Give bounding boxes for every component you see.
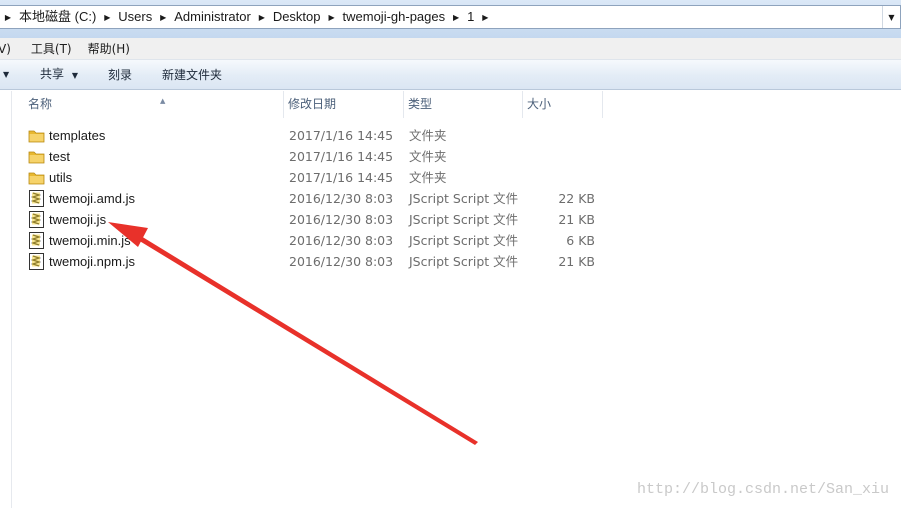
file-date: 2016/12/30 8:03	[289, 212, 394, 227]
column-size-label: 大小	[527, 97, 552, 111]
file-type: 文件夹	[409, 128, 447, 143]
menu-help[interactable]: 帮助(H)	[82, 39, 136, 59]
file-date: 2017/1/16 14:45	[289, 128, 394, 143]
breadcrumb-arrow-icon[interactable]: ▶	[0, 6, 16, 28]
file-type: JScript Script 文件	[409, 212, 519, 227]
sort-ascending-icon: ▲	[160, 97, 166, 105]
jscript-file-icon	[29, 232, 44, 249]
watermark-text: http://blog.csdn.net/San_xiu	[636, 481, 889, 498]
file-row[interactable]: templates 2017/1/16 14:45 文件夹	[12, 125, 612, 146]
navigation-pane-edge[interactable]	[0, 91, 12, 508]
share-label: 共享	[40, 66, 65, 81]
address-bar[interactable]: ▶ 本地磁盘 (C:) ▶ Users ▶ Administrator ▶ De…	[0, 5, 901, 29]
file-size: 22 KB	[558, 191, 595, 206]
column-header: 名称 ▲ 修改日期 类型 大小	[12, 91, 901, 118]
jscript-file-icon	[29, 253, 44, 270]
column-size[interactable]: 大小	[523, 91, 603, 118]
column-name-label: 名称	[28, 97, 53, 111]
column-type[interactable]: 类型	[404, 91, 523, 118]
breadcrumb-drive[interactable]: 本地磁盘 (C:)	[16, 6, 99, 28]
file-type: JScript Script 文件	[409, 191, 519, 206]
file-row[interactable]: twemoji.js 2016/12/30 8:03 JScript Scrip…	[12, 209, 612, 230]
breadcrumb-arrow-icon[interactable]: ▶	[254, 6, 270, 28]
jscript-file-icon	[29, 190, 44, 207]
menu-tools[interactable]: 工具(T)	[25, 39, 78, 59]
menu-view[interactable]: V)	[0, 39, 17, 59]
file-row[interactable]: twemoji.npm.js 2016/12/30 8:03 JScript S…	[12, 251, 612, 272]
file-name: test	[49, 149, 70, 164]
file-size: 6 KB	[566, 233, 595, 248]
file-row[interactable]: test 2017/1/16 14:45 文件夹	[12, 146, 612, 167]
breadcrumb-arrow-icon[interactable]: ▶	[448, 6, 464, 28]
menu-bar: V) 工具(T) 帮助(H)	[0, 38, 901, 60]
file-name: twemoji.npm.js	[49, 254, 135, 269]
share-button[interactable]: 共享 ▼	[40, 63, 78, 87]
file-size: 21 KB	[558, 212, 595, 227]
file-type: JScript Script 文件	[409, 254, 519, 269]
breadcrumb-twemoji-gh-pages[interactable]: twemoji-gh-pages	[340, 6, 449, 28]
file-date: 2016/12/30 8:03	[289, 191, 394, 206]
command-bar: ▼ 共享 ▼ 刻录 新建文件夹	[0, 60, 901, 90]
file-date: 2017/1/16 14:45	[289, 170, 394, 185]
jscript-file-icon	[29, 211, 44, 228]
breadcrumb-arrow-icon[interactable]: ▶	[477, 6, 493, 28]
file-size: 21 KB	[558, 254, 595, 269]
file-name: twemoji.amd.js	[49, 191, 135, 206]
column-date[interactable]: 修改日期	[284, 91, 404, 118]
column-name[interactable]: 名称 ▲	[24, 91, 284, 118]
file-type: JScript Script 文件	[409, 233, 519, 248]
column-type-label: 类型	[408, 97, 433, 111]
file-type: 文件夹	[409, 170, 447, 185]
breadcrumb-arrow-icon[interactable]: ▶	[155, 6, 171, 28]
file-row[interactable]: twemoji.min.js 2016/12/30 8:03 JScript S…	[12, 230, 612, 251]
folder-icon	[28, 172, 45, 185]
breadcrumb-administrator[interactable]: Administrator	[171, 6, 254, 28]
folder-icon	[28, 130, 45, 143]
breadcrumb-folder-1[interactable]: 1	[464, 6, 477, 28]
breadcrumb-users[interactable]: Users	[115, 6, 155, 28]
file-date: 2016/12/30 8:03	[289, 254, 394, 269]
file-name: utils	[49, 170, 73, 185]
breadcrumb-arrow-icon[interactable]: ▶	[324, 6, 340, 28]
column-date-label: 修改日期	[288, 97, 337, 111]
new-folder-button[interactable]: 新建文件夹	[162, 64, 222, 86]
breadcrumb-arrow-icon[interactable]: ▶	[99, 6, 115, 28]
file-row[interactable]: twemoji.amd.js 2016/12/30 8:03 JScript S…	[12, 188, 612, 209]
share-dropdown-icon: ▼	[71, 70, 78, 80]
title-bar: ▶ 本地磁盘 (C:) ▶ Users ▶ Administrator ▶ De…	[0, 0, 901, 38]
file-row[interactable]: utils 2017/1/16 14:45 文件夹	[12, 167, 612, 188]
file-type: 文件夹	[409, 149, 447, 164]
file-date: 2016/12/30 8:03	[289, 233, 394, 248]
breadcrumb-desktop[interactable]: Desktop	[270, 6, 324, 28]
folder-icon	[28, 151, 45, 164]
organize-dropdown-icon[interactable]: ▼	[3, 64, 9, 86]
burn-button[interactable]: 刻录	[108, 64, 132, 86]
file-name: twemoji.js	[49, 212, 107, 227]
address-history-dropdown-icon[interactable]: ▼	[882, 6, 900, 28]
file-name: twemoji.min.js	[49, 233, 131, 248]
file-name: templates	[49, 128, 106, 143]
file-date: 2017/1/16 14:45	[289, 149, 394, 164]
